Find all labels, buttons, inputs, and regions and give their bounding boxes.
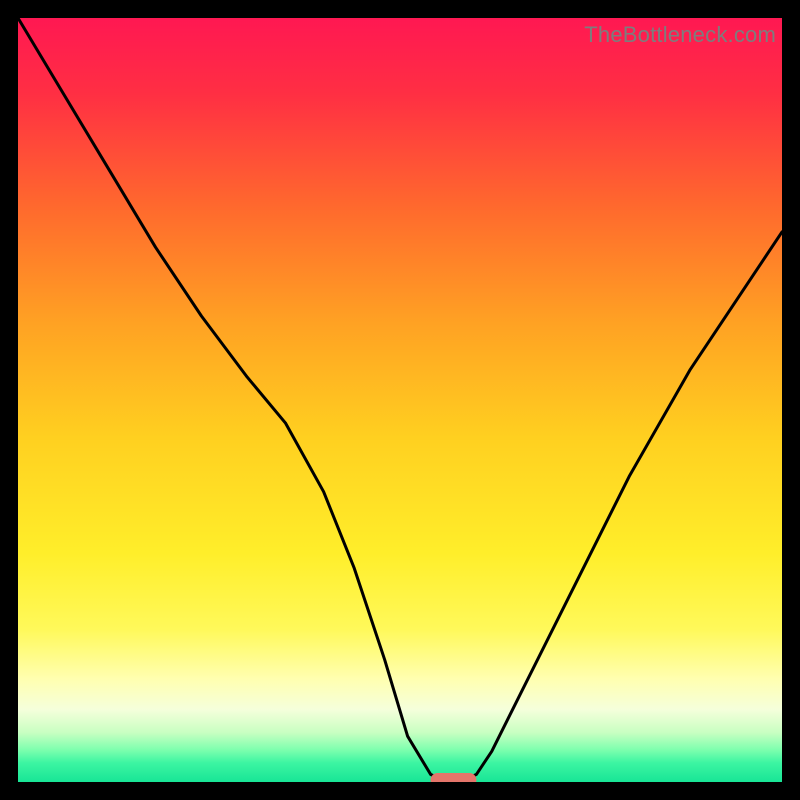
chart-svg: [18, 18, 782, 782]
gradient-background: [18, 18, 782, 782]
watermark-text: TheBottleneck.com: [584, 22, 776, 48]
optimal-range-marker: [431, 773, 477, 782]
chart-frame: TheBottleneck.com: [0, 0, 800, 800]
plot-area: [18, 18, 782, 782]
